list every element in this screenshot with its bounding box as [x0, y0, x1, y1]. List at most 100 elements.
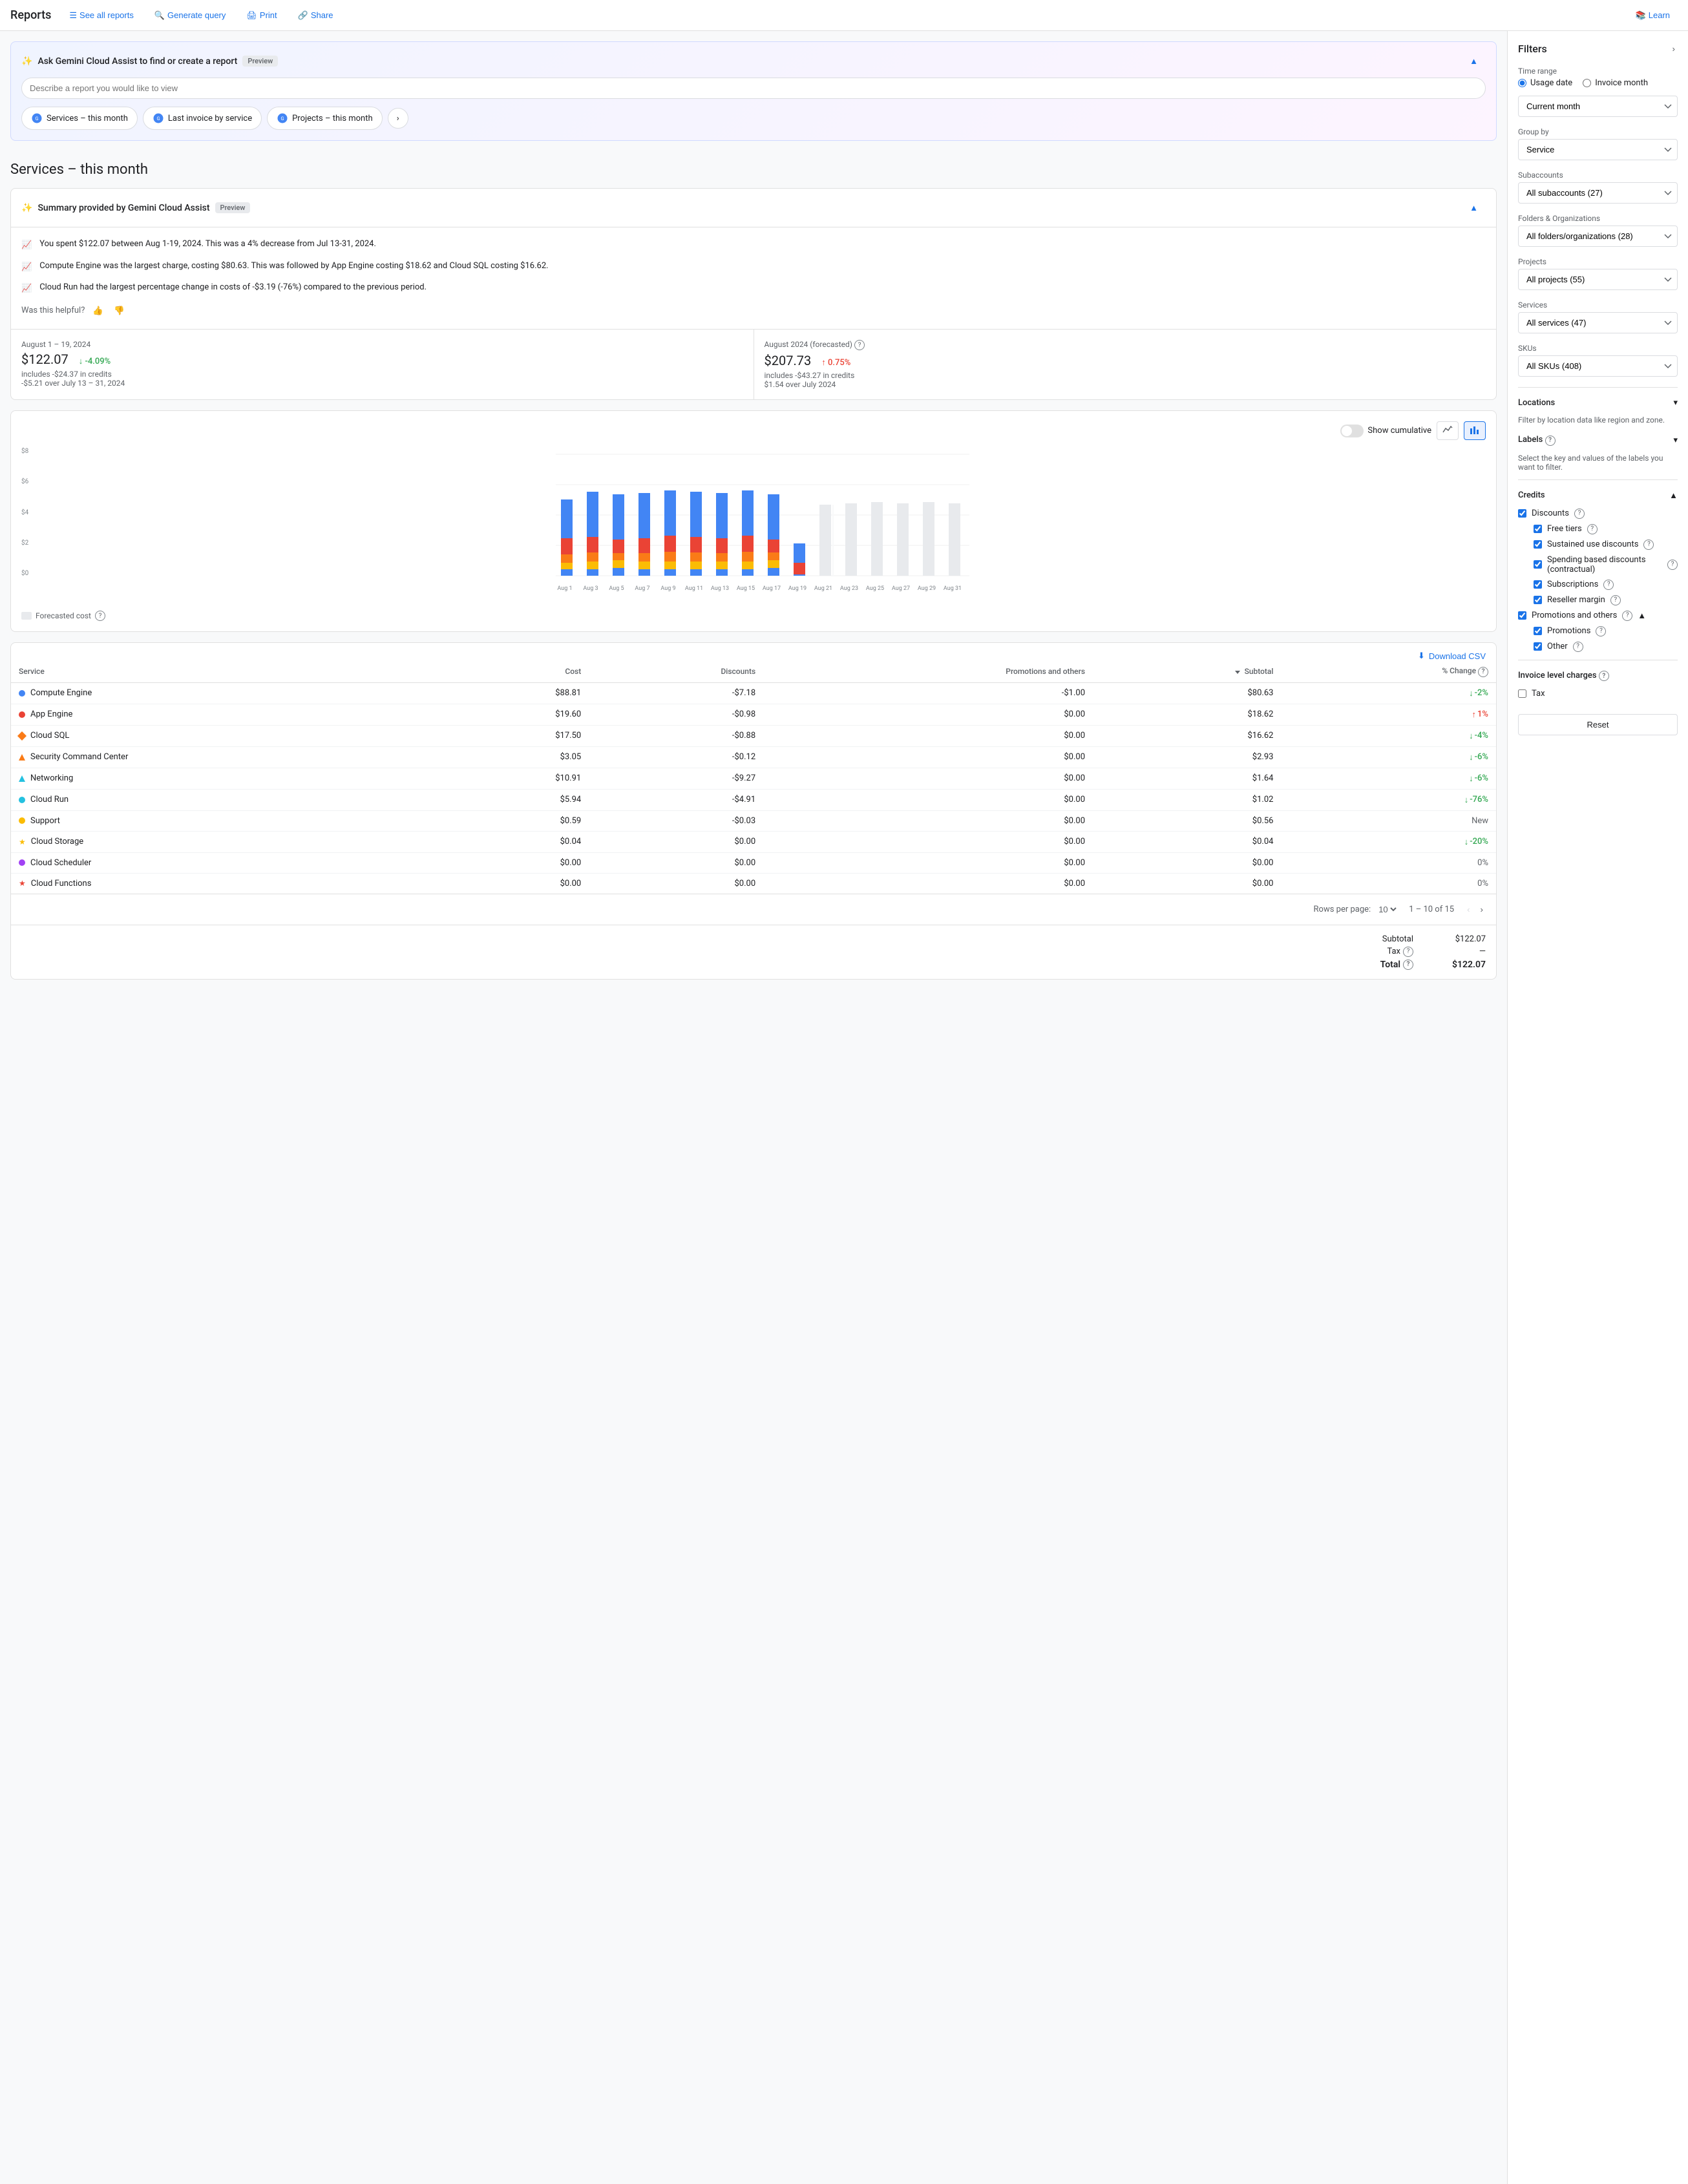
rows-per-page: Rows per page: 10 25 50 [1314, 904, 1399, 915]
thumbs-up-button[interactable]: 👍 [90, 303, 106, 319]
svg-text:G: G [156, 116, 160, 121]
sustained-use-help-icon[interactable]: ? [1643, 540, 1654, 550]
share-icon: 🔗 [298, 10, 308, 21]
download-csv-button[interactable]: ⬇ Download CSV [1418, 651, 1486, 661]
cell-subtotal: $0.04 [1093, 831, 1281, 852]
forecasted-help-icon[interactable]: ? [95, 611, 105, 621]
cell-discounts: $0.00 [589, 852, 763, 873]
metric-current-change-sub: -$5.21 over July 13 – 31, 2024 [21, 379, 743, 388]
subaccounts-select[interactable]: All subaccounts (27) [1518, 182, 1678, 204]
svg-text:G: G [35, 116, 38, 121]
summary-collapse-button[interactable]: ▲ [1462, 199, 1486, 216]
learn-button[interactable]: 📚 Learn [1628, 6, 1678, 25]
search-icon: 🔍 [154, 10, 165, 21]
svg-text:Aug 5: Aug 5 [609, 585, 624, 592]
cell-service: Cloud Run [11, 789, 445, 810]
invoice-month-option[interactable]: Invoice month [1583, 78, 1648, 88]
learn-icon: 📚 [1636, 10, 1646, 21]
svg-text:Aug 15: Aug 15 [737, 585, 755, 592]
gemini-collapse-button[interactable]: ▲ [1462, 52, 1486, 70]
invoice-charges-header[interactable]: Invoice level charges ? [1518, 668, 1678, 684]
gemini-search-input[interactable] [21, 78, 1486, 99]
subscriptions-check[interactable] [1534, 580, 1542, 589]
see-all-reports-button[interactable]: ☰ See all reports [61, 6, 141, 25]
thumbs-down-button[interactable]: 👎 [111, 303, 127, 319]
total-help-icon[interactable]: ? [1403, 960, 1413, 970]
usage-date-option[interactable]: Usage date [1518, 78, 1572, 88]
chips-next-button[interactable]: › [388, 108, 408, 129]
cumulative-toggle-switch[interactable] [1340, 425, 1364, 437]
sidebar-close-button[interactable]: › [1670, 41, 1678, 56]
cell-cost: $19.60 [445, 704, 589, 725]
discounts-help-icon[interactable]: ? [1574, 509, 1585, 519]
promotions-others-check[interactable] [1518, 611, 1526, 620]
chip-last-invoice-by-service[interactable]: G Last invoice by service [143, 107, 262, 130]
reset-button[interactable]: Reset [1518, 714, 1678, 735]
print-button[interactable]: 🖨 Print [238, 6, 284, 25]
promotions-help-icon[interactable]: ? [1622, 611, 1632, 621]
projects-select[interactable]: All projects (55) [1518, 269, 1678, 290]
forecast-help-icon[interactable]: ? [854, 340, 865, 350]
reseller-margin-check[interactable] [1534, 596, 1542, 604]
metric-forecast-change-sub: $1.54 over July 2024 [765, 380, 1486, 389]
svg-text:Aug 9: Aug 9 [660, 585, 675, 592]
subscriptions-help-icon[interactable]: ? [1603, 580, 1614, 590]
promotions-sub-help-icon[interactable]: ? [1596, 626, 1606, 636]
chip-projects-this-month[interactable]: G Projects – this month [267, 107, 383, 130]
rows-per-page-select[interactable]: 10 25 50 [1376, 904, 1398, 915]
cell-change: ↓-2% [1281, 682, 1496, 704]
change-help-icon[interactable]: ? [1478, 667, 1488, 677]
current-month-select[interactable]: Current month [1518, 96, 1678, 117]
cell-discounts: -$9.27 [589, 768, 763, 789]
cell-service: Security Command Center [11, 746, 445, 768]
promotions-sub-check[interactable] [1534, 627, 1542, 635]
share-button[interactable]: 🔗 Share [290, 6, 341, 25]
chip-services-this-month[interactable]: G Services – this month [21, 107, 138, 130]
credits-header[interactable]: Credits ▲ [1518, 488, 1678, 503]
spending-based-checkbox: Spending based discounts (contractual) ? [1534, 555, 1678, 574]
skus-select[interactable]: All SKUs (408) [1518, 355, 1678, 377]
free-tiers-help-icon[interactable]: ? [1587, 524, 1598, 534]
generate-query-button[interactable]: 🔍 Generate query [147, 6, 234, 25]
bar-chart-button[interactable] [1464, 421, 1486, 440]
line-chart-button[interactable] [1437, 421, 1459, 440]
top-nav: Reports ☰ See all reports 🔍 Generate que… [0, 0, 1688, 31]
other-help-icon[interactable]: ? [1573, 642, 1583, 652]
tax-check[interactable] [1518, 689, 1526, 698]
table-row: ★Cloud Storage $0.04 $0.00 $0.00 $0.04 ↓… [11, 831, 1496, 852]
prev-page-button[interactable]: ‹ [1464, 902, 1472, 917]
cell-subtotal: $2.93 [1093, 746, 1281, 768]
other-check[interactable] [1534, 642, 1542, 651]
free-tiers-check[interactable] [1534, 525, 1542, 533]
folders-select[interactable]: All folders/organizations (28) [1518, 226, 1678, 247]
locations-section-header[interactable]: Locations ▾ [1518, 395, 1678, 410]
spending-based-help-icon[interactable]: ? [1667, 560, 1678, 570]
col-promotions: Promotions and others [763, 661, 1093, 682]
cell-subtotal: $18.62 [1093, 704, 1281, 725]
cell-discounts: -$0.98 [589, 704, 763, 725]
skus-filter: SKUs All SKUs (408) [1518, 344, 1678, 377]
tax-checkbox: Tax [1518, 689, 1678, 698]
services-table: Service Cost Discounts Promotions and ot… [11, 661, 1496, 894]
discounts-check[interactable] [1518, 509, 1526, 518]
services-select[interactable]: All services (47) [1518, 312, 1678, 333]
gemini-header: ✨ Ask Gemini Cloud Assist to find or cre… [21, 52, 1486, 70]
locations-title: Locations [1518, 398, 1555, 408]
chart-controls: Show cumulative [21, 421, 1486, 440]
gemini-preview-badge: Preview [242, 56, 278, 67]
group-by-select[interactable]: Service [1518, 139, 1678, 160]
tax-help-icon[interactable]: ? [1403, 947, 1413, 957]
svg-text:Aug 3: Aug 3 [583, 585, 598, 592]
invoice-charges-help-icon[interactable]: ? [1599, 671, 1609, 681]
line-chart-icon [1442, 425, 1453, 435]
invoice-charges-title: Invoice level charges ? [1518, 671, 1609, 682]
spending-based-check[interactable] [1534, 560, 1542, 569]
cell-promotions: $0.00 [763, 789, 1093, 810]
next-page-button[interactable]: › [1478, 902, 1486, 917]
col-service: Service [11, 661, 445, 682]
labels-section-header[interactable]: Labels ? ▾ [1518, 432, 1678, 448]
labels-help-icon[interactable]: ? [1545, 436, 1556, 446]
reseller-margin-help-icon[interactable]: ? [1610, 595, 1621, 605]
sustained-use-check[interactable] [1534, 540, 1542, 549]
credits-collapse-icon: ▲ [1669, 490, 1678, 501]
